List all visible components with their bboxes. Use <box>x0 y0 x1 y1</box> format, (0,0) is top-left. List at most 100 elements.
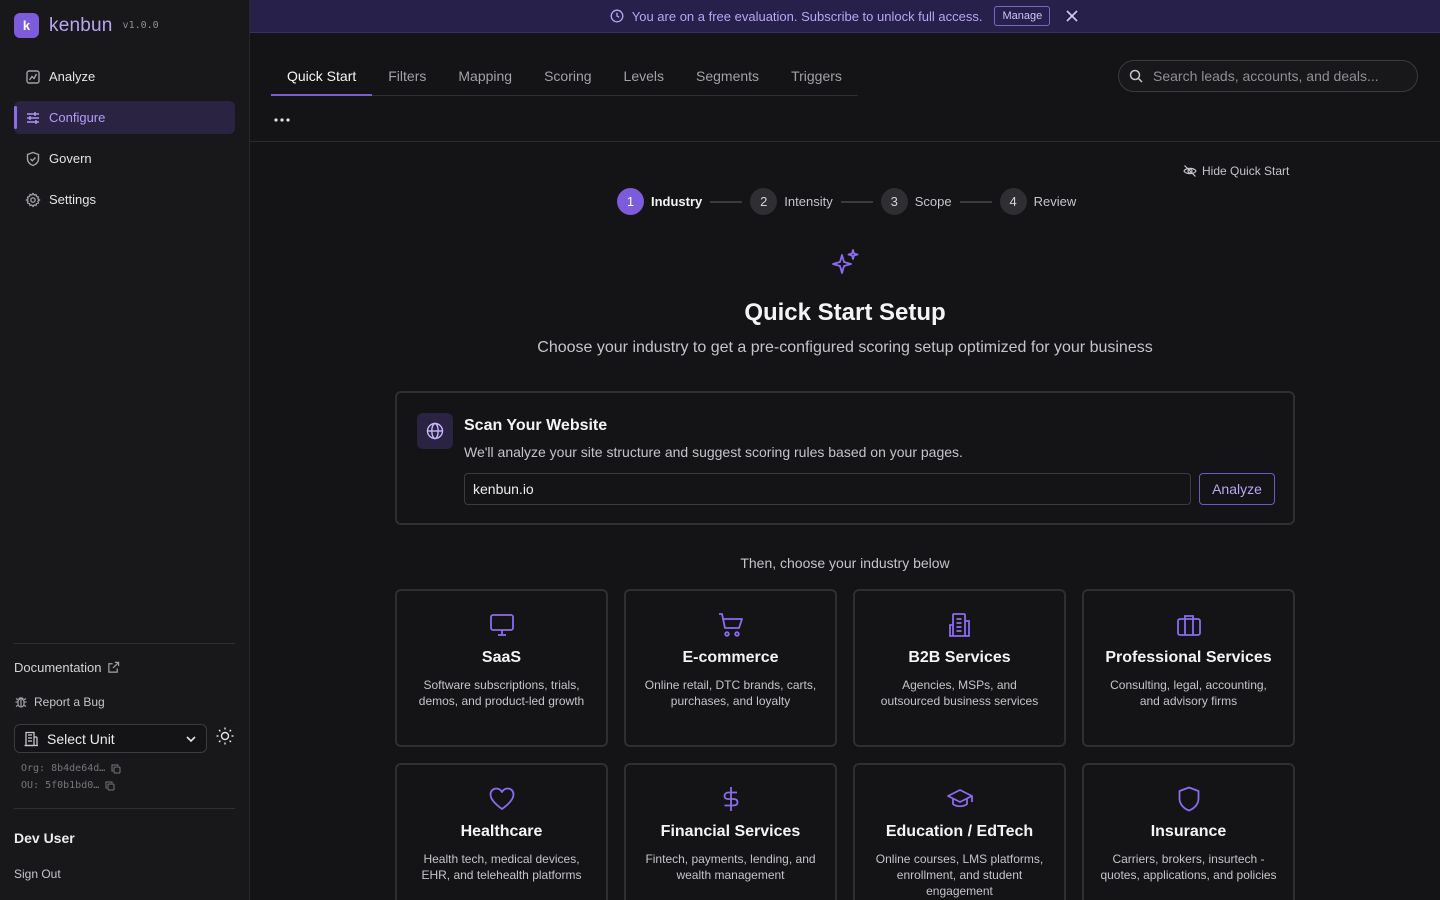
industry-description: Agencies, MSPs, and outsourced business … <box>880 678 1039 708</box>
industry-title: B2B Services <box>908 649 1011 666</box>
divider <box>14 643 235 644</box>
dollar-icon <box>717 785 745 813</box>
hide-quick-start-button[interactable]: Hide Quick Start <box>1183 164 1289 178</box>
sparkles-icon <box>829 247 861 279</box>
sign-out-link[interactable]: Sign Out <box>14 867 61 881</box>
page-subtitle: Choose your industry to get a pre-config… <box>537 339 1153 356</box>
industry-description: Carriers, brokers, insurtech - quotes, a… <box>1100 852 1277 882</box>
unit-select[interactable]: Select Unit <box>14 724 207 753</box>
sidebar-nav: Analyze Configure Govern Settings <box>14 60 235 224</box>
copy-icon[interactable] <box>111 764 121 774</box>
version-label: v1.0.0 <box>122 20 159 31</box>
bug-icon <box>14 695 28 709</box>
scan-description: We'll analyze your site structure and su… <box>464 444 963 460</box>
step-review[interactable]: 4 Review <box>999 188 1077 215</box>
more-options-icon[interactable] <box>273 112 291 128</box>
tab-triggers[interactable]: Triggers <box>775 58 858 96</box>
logo: k <box>14 13 39 38</box>
sidebar-item-analyze[interactable]: Analyze <box>14 60 235 93</box>
heart-icon <box>488 785 516 813</box>
hide-quick-start-label: Hide Quick Start <box>1202 164 1290 178</box>
step-label: Review <box>1033 194 1077 209</box>
sidebar-item-label: Analyze <box>49 69 96 84</box>
shield-check-icon <box>25 151 41 167</box>
tabs: Quick Start Filters Mapping Scoring Leve… <box>271 58 858 96</box>
close-icon[interactable] <box>1064 8 1080 24</box>
theme-toggle-sun-icon[interactable] <box>215 726 235 746</box>
globe-icon <box>417 413 453 449</box>
evaluation-banner: You are on a free evaluation. Subscribe … <box>250 0 1440 33</box>
monitor-icon <box>488 611 516 639</box>
industry-description: Software subscriptions, trials, demos, a… <box>418 678 585 708</box>
industry-description: Health tech, medical devices, EHR, and t… <box>421 852 582 882</box>
industry-title: E-commerce <box>682 649 779 666</box>
clock-icon <box>610 9 624 23</box>
step-number: 2 <box>750 188 778 215</box>
documentation-link[interactable]: Documentation <box>14 660 120 675</box>
step-intensity[interactable]: 2 Intensity <box>750 188 833 215</box>
tab-mapping[interactable]: Mapping <box>442 58 528 96</box>
sidebar-item-configure[interactable]: Configure <box>14 101 235 134</box>
building-icon <box>23 731 39 747</box>
chevron-down-icon <box>184 732 198 746</box>
graduation-cap-icon <box>946 785 974 813</box>
report-bug-link[interactable]: Report a Bug <box>14 695 105 709</box>
step-label: Scope <box>914 194 952 209</box>
chart-icon <box>25 69 41 85</box>
tab-filters[interactable]: Filters <box>372 58 442 96</box>
sidebar-item-label: Settings <box>49 192 96 207</box>
sliders-icon <box>25 110 41 126</box>
step-connector <box>710 200 743 203</box>
tab-bar: Quick Start Filters Mapping Scoring Leve… <box>250 34 1440 142</box>
search-input[interactable] <box>1153 68 1403 84</box>
industry-card-healthcare[interactable]: Healthcare Health tech, medical devices,… <box>395 763 608 900</box>
ou-id: OU: 5f0b1bd0… <box>21 780 115 791</box>
briefcase-icon <box>1175 611 1203 639</box>
tab-scoring[interactable]: Scoring <box>528 58 607 96</box>
industry-card-financial-services[interactable]: Financial Services Fintech, payments, le… <box>624 763 837 900</box>
sidebar-item-settings[interactable]: Settings <box>14 183 235 216</box>
step-number: 3 <box>880 188 908 215</box>
industry-card-ecommerce[interactable]: E-commerce Online retail, DTC brands, ca… <box>624 589 837 747</box>
industry-card-insurance[interactable]: Insurance Carriers, brokers, insurtech -… <box>1082 763 1295 900</box>
industry-title: Financial Services <box>660 823 801 840</box>
step-label: Industry <box>651 194 703 209</box>
industry-card-education[interactable]: Education / EdTech Online courses, LMS p… <box>853 763 1066 900</box>
industry-description: Online courses, LMS platforms, enrollmen… <box>875 852 1044 898</box>
scan-website-card: Scan Your Website We'll analyze your sit… <box>395 391 1295 525</box>
ou-id-text: OU: 5f0b1bd0… <box>21 780 100 791</box>
tab-quick-start[interactable]: Quick Start <box>271 58 373 96</box>
sidebar-item-govern[interactable]: Govern <box>14 142 235 175</box>
user-name: Dev User <box>14 830 75 846</box>
industry-card-professional-services[interactable]: Professional Services Consulting, legal,… <box>1082 589 1295 747</box>
divider <box>14 808 235 809</box>
step-industry[interactable]: 1 Industry <box>617 188 702 215</box>
industry-description: Consulting, legal, accounting, and advis… <box>1110 678 1267 708</box>
page-title: Quick Start Setup <box>744 299 946 326</box>
tab-levels[interactable]: Levels <box>608 58 680 96</box>
industry-description: Fintech, payments, lending, and wealth m… <box>645 852 816 882</box>
copy-icon[interactable] <box>105 781 115 791</box>
manage-button[interactable]: Manage <box>994 6 1051 26</box>
industry-card-b2b-services[interactable]: B2B Services Agencies, MSPs, and outsour… <box>853 589 1066 747</box>
sidebar-item-label: Configure <box>49 110 106 125</box>
org-id-text: Org: 8b4de64d… <box>21 763 106 774</box>
website-url-input[interactable] <box>464 473 1191 505</box>
step-connector <box>840 200 873 203</box>
gear-icon <box>25 191 41 208</box>
sidebar-item-label: Govern <box>49 151 92 166</box>
brand[interactable]: k kenbun v1.0.0 <box>14 13 159 38</box>
industry-card-saas[interactable]: SaaS Software subscriptions, trials, dem… <box>395 589 608 747</box>
org-id: Org: 8b4de64d… <box>21 763 121 774</box>
cart-icon <box>717 611 745 639</box>
unit-select-value: Select Unit <box>47 730 115 747</box>
building-icon <box>946 611 974 639</box>
scan-title: Scan Your Website <box>464 417 608 434</box>
brand-name: kenbun <box>49 14 113 36</box>
analyze-button[interactable]: Analyze <box>1199 473 1275 505</box>
sidebar: k kenbun v1.0.0 Analyze Configure Govern <box>0 0 250 900</box>
search-box[interactable] <box>1118 60 1418 92</box>
industry-title: Insurance <box>1150 823 1227 840</box>
tab-segments[interactable]: Segments <box>680 58 775 96</box>
step-scope[interactable]: 3 Scope <box>880 188 952 215</box>
